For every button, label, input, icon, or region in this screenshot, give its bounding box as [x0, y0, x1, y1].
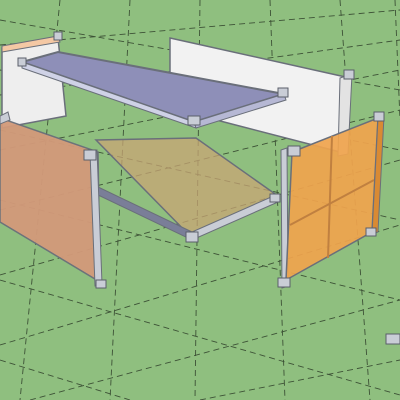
connector-mid-front [185, 231, 199, 243]
scene-canvas[interactable] [0, 0, 400, 400]
3d-modeling-viewport[interactable] [0, 0, 400, 400]
connector-base-rear [277, 277, 291, 288]
connector-top-left [17, 57, 27, 67]
connector-mid-right [269, 193, 281, 203]
connector-orange-top [373, 111, 385, 122]
connector-rear-top [343, 69, 355, 80]
connector-base-front [95, 279, 107, 289]
connector-top-right [277, 87, 289, 98]
connector-orange-bottom [365, 227, 377, 237]
connector-far-right [385, 333, 400, 345]
connector-top-back [53, 31, 63, 41]
connector-mid-left [83, 149, 97, 161]
connector-rear-mid [287, 145, 301, 157]
connector-top-front [187, 115, 201, 126]
